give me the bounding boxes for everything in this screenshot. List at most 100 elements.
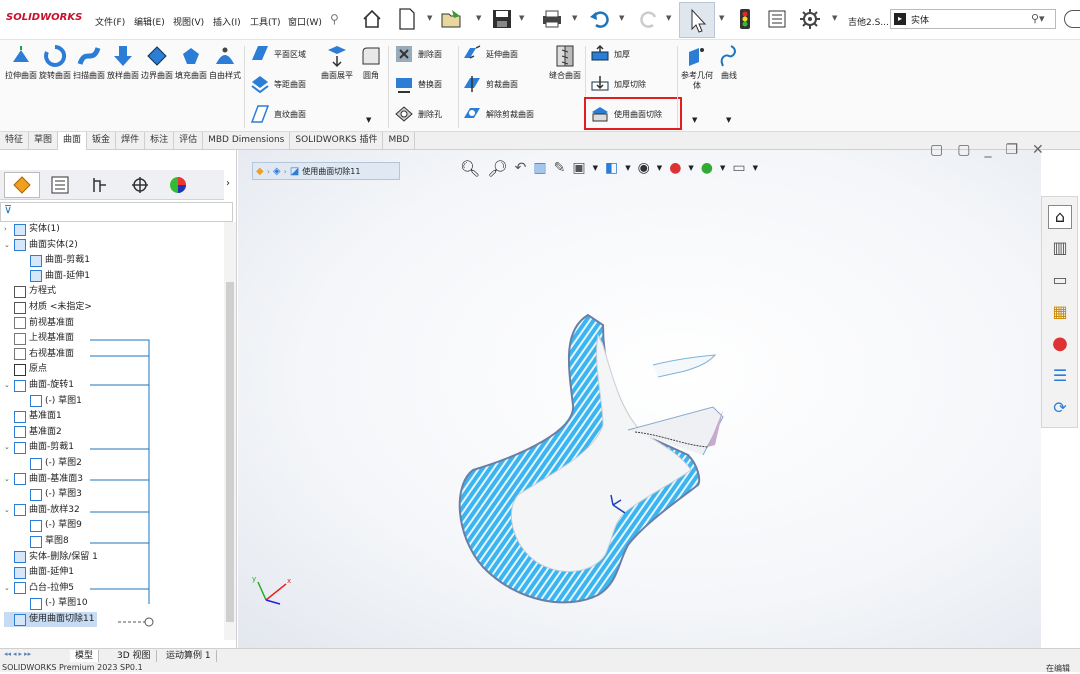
tree-item[interactable]: › 实体(1) xyxy=(4,222,60,237)
chevron-down-icon[interactable]: ▼ xyxy=(657,164,662,172)
menu-tools[interactable]: 工具(T) xyxy=(250,15,281,28)
gear-icon[interactable] xyxy=(798,7,822,31)
edit-appearance-icon[interactable]: ● xyxy=(669,160,681,176)
curves-button[interactable]: 曲线 xyxy=(712,44,746,81)
section-view-icon[interactable]: ▥ xyxy=(533,160,546,176)
chevron-right-icon[interactable]: › xyxy=(226,178,230,189)
open-file-icon[interactable] xyxy=(440,7,464,31)
custom-properties-icon[interactable]: ☰ xyxy=(1048,365,1072,389)
tab-solidworks-addins[interactable]: SOLIDWORKS 插件 xyxy=(290,132,384,150)
expand-toggle-icon[interactable]: ⌄ xyxy=(4,238,12,253)
chevron-down-icon[interactable]: ▼ xyxy=(688,164,693,172)
tab-evaluate[interactable]: 评估 xyxy=(174,132,204,150)
knit-surface-button[interactable]: 缝合曲面 xyxy=(548,44,582,81)
redo-icon[interactable] xyxy=(637,7,661,31)
zoom-to-fit-icon[interactable]: 🔍︎ xyxy=(460,159,480,178)
tree-item[interactable]: (-) 草图10 xyxy=(20,596,88,611)
tab-weldments[interactable]: 焊件 xyxy=(116,132,146,150)
scrollbar-thumb[interactable] xyxy=(226,282,234,622)
home-icon[interactable] xyxy=(360,7,384,31)
cut-with-surface-button[interactable]: 使用曲面切除 xyxy=(590,102,662,126)
chevron-down-icon[interactable]: ▼ xyxy=(625,164,630,172)
tree-item[interactable]: (-) 草图1 xyxy=(20,394,82,409)
design-library-icon[interactable]: ▥ xyxy=(1048,237,1072,261)
minimize-icon[interactable]: _ xyxy=(984,142,991,158)
tab-3d-view[interactable]: 3D 视图 xyxy=(112,650,157,662)
undo-icon[interactable] xyxy=(588,7,612,31)
tree-item[interactable]: ⌄ 曲面-旋转1 xyxy=(4,378,74,393)
trim-surface-button[interactable]: 剪裁曲面 xyxy=(462,72,552,96)
delete-hole-button[interactable]: 删除孔 xyxy=(394,102,458,126)
expand-toggle-icon[interactable]: ⌄ xyxy=(4,581,12,596)
untrim-surface-button[interactable]: 解除剪裁曲面 xyxy=(462,102,552,126)
tree-item[interactable]: ⌄ 曲面-放样32 xyxy=(4,503,80,518)
view-settings-icon[interactable]: ▭ xyxy=(732,160,745,176)
tab-sheet-metal[interactable]: 钣金 xyxy=(87,132,117,150)
tile-horizontal-icon[interactable]: ▢ xyxy=(930,142,943,158)
menu-edit[interactable]: 编辑(E) xyxy=(134,15,165,28)
chevron-down-icon[interactable]: ▼ xyxy=(427,14,432,22)
search-box[interactable]: ▸ 实体 ⚲▾ xyxy=(890,9,1056,29)
tree-item[interactable]: 原点 xyxy=(4,362,47,377)
view-palette-icon[interactable]: ▦ xyxy=(1048,301,1072,325)
menu-file[interactable]: 文件(F) xyxy=(95,15,125,28)
tree-item[interactable]: 上视基准面 xyxy=(4,331,74,346)
tree-item[interactable]: 曲面-延伸1 xyxy=(4,565,74,580)
display-manager-icon[interactable] xyxy=(166,174,190,196)
loft-surface-button[interactable]: 放样曲面 xyxy=(106,44,140,81)
pin-icon[interactable]: ⚲ xyxy=(330,12,339,26)
select-tool[interactable] xyxy=(679,2,715,38)
chevron-down-icon[interactable]: ▼ xyxy=(720,164,725,172)
apply-scene-icon[interactable]: ● xyxy=(701,160,713,176)
chevron-down-icon[interactable]: ▼ xyxy=(753,164,758,172)
fill-surface-button[interactable]: 填充曲面 xyxy=(174,44,208,81)
fillet-button[interactable]: 圆角 xyxy=(354,44,388,81)
appearances-icon[interactable]: ● xyxy=(1048,333,1072,357)
thicken-button[interactable]: 加厚 xyxy=(590,42,680,66)
expand-toggle-icon[interactable]: ⌄ xyxy=(4,440,12,455)
solidworks-resources-icon[interactable]: ⌂ xyxy=(1048,205,1072,229)
replace-face-button[interactable]: 替换面 xyxy=(394,72,458,96)
restore-icon[interactable]: ❐ xyxy=(1005,142,1018,158)
tab-scroll-buttons[interactable]: ◂◂ ◂ ▸ ▸▸ xyxy=(4,650,66,662)
feature-tree-tab-icon[interactable] xyxy=(4,172,40,198)
tree-item[interactable]: 曲面-剪裁1 xyxy=(20,253,90,268)
file-properties-icon[interactable] xyxy=(765,7,789,31)
breadcrumb[interactable]: ◆ › ◈ › ◪ 使用曲面切除11 xyxy=(252,162,400,180)
tab-mbd[interactable]: MBD xyxy=(383,132,416,150)
search-icon[interactable]: ⚲▾ xyxy=(1031,12,1045,25)
close-icon[interactable]: ✕ xyxy=(1032,142,1044,158)
zoom-to-area-icon[interactable]: 🔎︎ xyxy=(487,159,507,178)
tab-sketch[interactable]: 草图 xyxy=(29,132,59,150)
tab-model[interactable]: 模型 xyxy=(70,650,100,662)
chevron-down-icon[interactable]: ▼ xyxy=(593,164,598,172)
tree-item[interactable]: 曲面-延伸1 xyxy=(20,269,90,284)
new-document-icon[interactable] xyxy=(395,7,419,31)
chevron-down-icon[interactable]: ▼ xyxy=(666,14,671,22)
tree-item[interactable]: 基准面1 xyxy=(4,409,62,424)
expand-toggle-icon[interactable]: › xyxy=(4,222,12,237)
filter-field[interactable]: ⊽ xyxy=(0,202,233,222)
chevron-down-icon[interactable]: ▼ xyxy=(692,116,697,124)
dimxpert-icon[interactable] xyxy=(128,174,152,196)
tree-item[interactable]: ⌄ 曲面-基准面3 xyxy=(4,472,83,487)
search-input[interactable]: 实体 xyxy=(911,13,929,26)
chevron-down-icon[interactable]: ▼ xyxy=(726,116,731,124)
sweep-surface-button[interactable]: 扫描曲面 xyxy=(72,44,106,81)
property-manager-icon[interactable] xyxy=(48,174,72,196)
tab-mbd-dimensions[interactable]: MBD Dimensions xyxy=(203,132,291,150)
tab-motion-study[interactable]: 运动算例 1 xyxy=(161,650,217,662)
ruled-surface-button[interactable]: 直纹曲面 xyxy=(250,102,330,126)
dynamic-annotation-icon[interactable]: ✎ xyxy=(554,160,566,176)
tree-item[interactable]: (-) 草图9 xyxy=(20,518,82,533)
tree-item[interactable]: 材质 <未指定> xyxy=(4,300,92,315)
view-orientation-icon[interactable]: ▣ xyxy=(572,160,585,176)
file-explorer-icon[interactable]: ▭ xyxy=(1048,269,1072,293)
tab-annotation[interactable]: 标注 xyxy=(145,132,175,150)
user-icon[interactable] xyxy=(1064,10,1080,28)
tab-features[interactable]: 特征 xyxy=(0,132,30,150)
menu-insert[interactable]: 插入(I) xyxy=(213,15,241,28)
tree-item[interactable]: 基准面2 xyxy=(4,425,62,440)
tree-item[interactable]: 方程式 xyxy=(4,284,56,299)
solidworks-forum-icon[interactable]: ⟳ xyxy=(1048,397,1072,421)
